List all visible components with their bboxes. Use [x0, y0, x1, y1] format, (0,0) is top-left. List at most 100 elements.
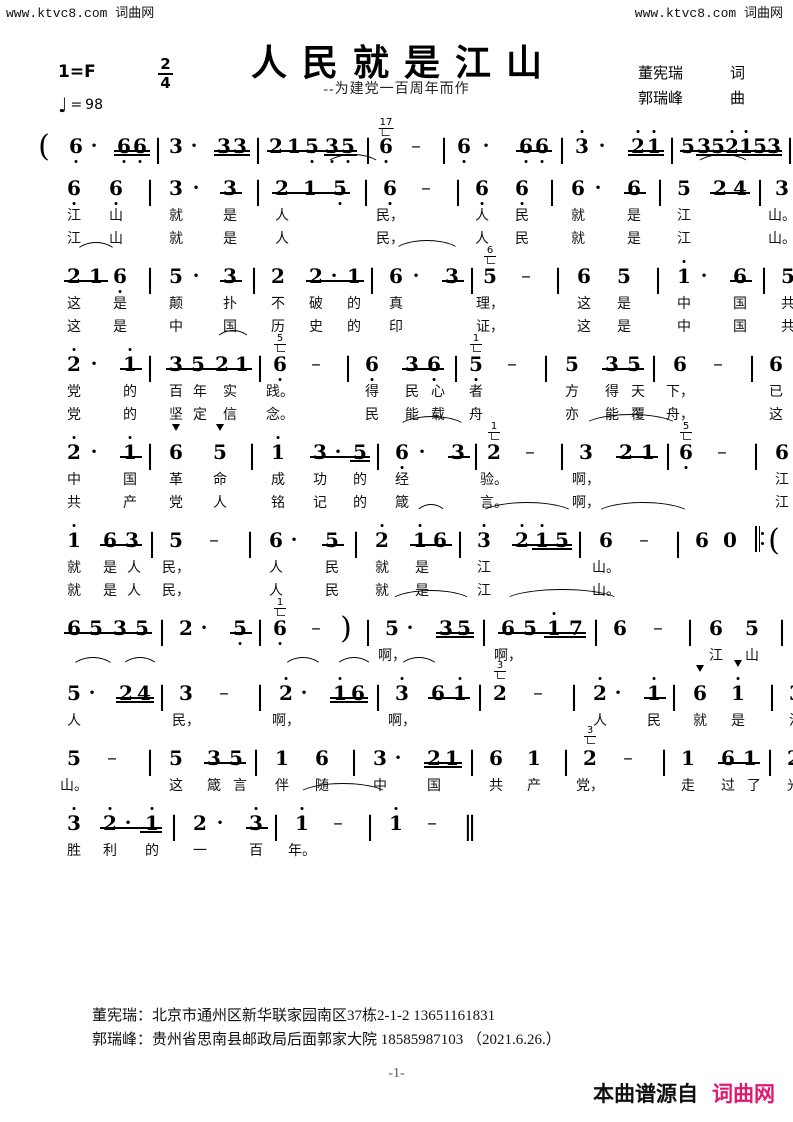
beam	[220, 280, 242, 282]
note: 6	[613, 616, 627, 640]
barline: |	[451, 353, 461, 383]
beam	[448, 456, 470, 458]
composer-contact: 郭瑞峰：贵州省思南县邮政局后面郭家大院 18585987103 （2021.6.…	[92, 1032, 561, 1048]
note: 6	[571, 176, 585, 200]
beam	[602, 368, 644, 370]
augmentation-dot: ·	[190, 135, 198, 157]
note: 2	[193, 811, 207, 835]
note: 3	[207, 746, 221, 770]
barline: |	[759, 265, 769, 295]
note: 3	[373, 746, 387, 770]
barline: |	[249, 265, 259, 295]
beam	[680, 150, 782, 152]
note: 1	[739, 130, 753, 156]
barline: |	[455, 529, 465, 559]
sustain-dash: –	[333, 812, 343, 834]
barline: |	[467, 747, 477, 777]
lyrics-verse-1: 中国革命成功的经验。啊，江山	[67, 473, 789, 488]
time-signature: 2 4	[158, 57, 173, 91]
beam	[428, 697, 470, 699]
open-paren: (	[38, 129, 50, 164]
accent-mark	[734, 660, 742, 667]
barline: |	[245, 529, 255, 559]
barline: |	[145, 177, 155, 207]
note: 5	[233, 618, 247, 645]
note: 1	[743, 746, 757, 770]
augmentation-dot: ·	[90, 135, 98, 157]
barline: |	[785, 135, 793, 165]
note: 1	[445, 746, 459, 770]
note: 6	[379, 136, 393, 163]
barline: |	[367, 265, 377, 295]
note: 2	[67, 264, 81, 288]
note: 5	[677, 176, 691, 200]
beam	[628, 150, 664, 152]
note: 5	[385, 616, 399, 640]
barline: |	[479, 617, 489, 647]
note: 5	[213, 440, 227, 464]
sustain-dash: –	[107, 747, 117, 769]
note: 5	[333, 178, 347, 205]
beam	[220, 192, 242, 194]
note: 1	[677, 260, 691, 286]
watermark-site-link[interactable]: 词曲网	[712, 1082, 775, 1106]
beam	[100, 827, 162, 829]
augmentation-dot: ·	[192, 177, 200, 199]
note: 5	[229, 746, 243, 770]
sustain-dash: –	[411, 135, 421, 157]
beam	[114, 154, 150, 156]
lyricist-role: 词	[729, 66, 745, 82]
note: 6	[69, 136, 83, 163]
barline: |	[747, 353, 757, 383]
barline: |	[561, 747, 571, 777]
note: 5	[169, 746, 183, 770]
note: 2	[67, 348, 81, 374]
beam	[516, 150, 552, 152]
score-line-1: ( 6 · 6 6 | 3 · 3 3 | 2 1 5 3 5 | 17 匚 6 …	[34, 118, 793, 165]
beam	[214, 150, 250, 152]
notation-row: 5 · 2 4 | 3 – | 2 · 1 6 | 3 6 1 | 3 匚 2 …	[34, 657, 793, 712]
note: 6	[117, 136, 131, 163]
note: 6	[67, 178, 81, 205]
note: 5	[67, 746, 81, 770]
quarter-note-icon: ♩	[58, 93, 68, 117]
note: 2	[427, 746, 441, 770]
note: 6	[109, 178, 123, 205]
note: 5	[523, 616, 537, 640]
note: 6	[273, 618, 287, 645]
beam	[214, 154, 250, 156]
sustain-dash: –	[427, 812, 437, 834]
barline: |	[649, 353, 659, 383]
note: 1	[535, 524, 549, 550]
note: 2	[269, 134, 283, 158]
barline: |	[365, 812, 375, 842]
barline: |	[751, 441, 761, 471]
beam	[532, 548, 572, 550]
score-line-4: 2 · 1 | 3 5 2 1 | 5匚 6 – | 6 3 6 | 1匚 5 …	[34, 330, 783, 426]
barline: |	[253, 177, 263, 207]
note: 2	[593, 677, 607, 703]
note: 6	[133, 136, 147, 163]
note: 1	[123, 348, 137, 374]
note: 5	[305, 136, 319, 163]
score-line-6: 1 6 3 | 5 – | 6 · 5 | 2 1 6 | 3 2 1 5 | …	[34, 502, 780, 602]
barline: |	[351, 529, 361, 559]
beam	[120, 456, 142, 458]
note: 2	[279, 677, 293, 703]
beam	[120, 368, 142, 370]
note: 2	[583, 746, 597, 770]
barline: |	[439, 135, 449, 165]
note: 4	[137, 681, 151, 705]
barline: |	[271, 812, 281, 842]
note: 6	[365, 354, 379, 381]
lyricist-row: 董宪瑞 词	[638, 62, 745, 87]
note: 2	[179, 616, 193, 640]
note: 5	[483, 264, 497, 288]
note: 5	[555, 528, 569, 552]
barline: |	[475, 682, 485, 712]
note: 1	[333, 677, 347, 703]
note: 5	[565, 352, 579, 376]
note: 5	[711, 134, 725, 158]
notation-row: 2 · 1 | 6 5 | 1 3 · 5 | 6 · 3 | 1匚 2 – |…	[34, 414, 789, 471]
barline: |	[655, 177, 665, 207]
